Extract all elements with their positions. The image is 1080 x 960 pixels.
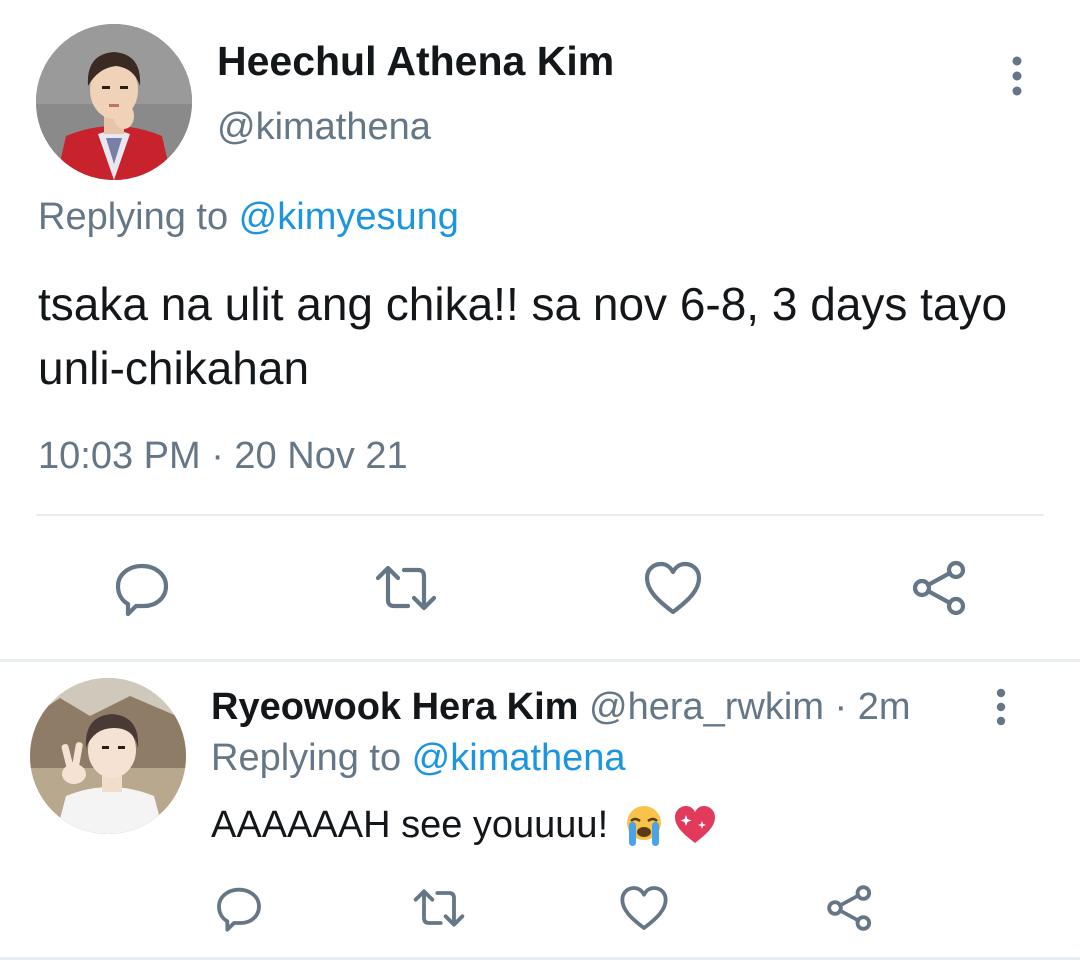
reply-replying-to-label: Replying to [211,737,412,779]
reply-replying-to-line: Replying to @kimathena [211,737,626,780]
reply-reply-button[interactable] [207,876,271,940]
reply-bubble-icon [115,563,169,617]
more-options-button[interactable] [1000,55,1034,97]
avatar-photo [36,24,192,180]
divider [36,514,1044,516]
reply-bubble-icon [217,887,261,932]
share-icon [827,885,872,931]
reply-replying-to-mention[interactable]: @kimathena [412,737,626,779]
reply-retweet-button[interactable] [407,876,471,940]
loudly-crying-face-icon [622,803,666,847]
tweet-timestamp[interactable]: 10:03 PM · 20 Nov 21 [38,435,408,478]
reply-meta-separator: · [823,686,858,728]
reply-author-avatar[interactable] [30,678,186,834]
reply-share-button[interactable] [818,876,882,940]
share-button[interactable] [908,556,972,620]
heart-icon [620,886,668,930]
reply-text: AAAAAAH see youuuu! [211,803,609,846]
avatar-photo [30,678,186,834]
author-display-name[interactable]: Heechul Athena Kim [217,38,614,85]
tweet-text: tsaka na ulit ang chika!! sa nov 6-8, 3 … [38,278,1008,394]
heart-icon [644,561,702,615]
reply-handle[interactable]: @hera_rwkim [589,686,824,728]
reply-more-options-button[interactable] [986,688,1016,728]
sparkling-heart-icon [672,803,718,847]
retweet-icon [375,565,437,611]
reply-like-button[interactable] [612,876,676,940]
retweet-icon [413,889,465,927]
reply-display-name[interactable]: Ryeowook Hera Kim [211,686,578,728]
replying-to-line: Replying to @kimyesung [38,196,459,239]
replying-to-label: Replying to [38,196,239,238]
reply-time-ago[interactable]: 2m [858,686,911,728]
share-icon [912,560,966,616]
like-button[interactable] [641,556,705,620]
reply-text-line: AAAAAAH see youuuu! [211,803,718,847]
replying-to-mention[interactable]: @kimyesung [239,196,459,238]
retweet-button[interactable] [374,556,438,620]
author-avatar[interactable] [36,24,192,180]
reply-button[interactable] [110,556,174,620]
author-handle[interactable]: @kimathena [217,106,431,149]
more-vertical-icon [996,688,1006,726]
more-vertical-icon [1012,56,1022,96]
reply-header: Ryeowook Hera Kim @hera_rwkim · 2m [211,686,911,729]
tweet-separator [0,659,1080,662]
